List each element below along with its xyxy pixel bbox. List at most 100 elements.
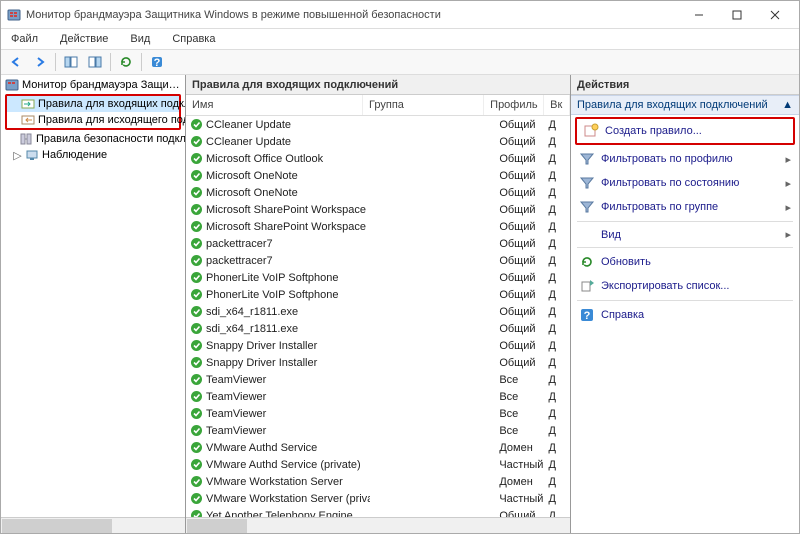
- show-hide-tree-button[interactable]: [60, 51, 82, 73]
- cell-enabled: Д: [545, 238, 570, 250]
- table-row[interactable]: Microsoft SharePoint WorkspaceОбщийД: [186, 218, 570, 235]
- table-row[interactable]: packettracer7ОбщийД: [186, 235, 570, 252]
- col-name[interactable]: Имя: [186, 95, 363, 115]
- close-button[interactable]: [757, 4, 793, 26]
- cell-enabled: Д: [545, 153, 570, 165]
- table-row[interactable]: PhonerLite VoIP SoftphoneОбщийД: [186, 286, 570, 303]
- tree-monitoring-label: Наблюдение: [42, 149, 107, 161]
- table-row[interactable]: TeamViewerВсеД: [186, 422, 570, 439]
- maximize-button[interactable]: [719, 4, 755, 26]
- rule-allowed-icon: [190, 118, 203, 131]
- cell-name: PhonerLite VoIP Softphone: [186, 288, 370, 301]
- cell-name: sdi_x64_r1811.exe: [186, 322, 370, 335]
- cell-name: Microsoft OneNote: [186, 169, 370, 182]
- table-row[interactable]: sdi_x64_r1811.exeОбщийД: [186, 303, 570, 320]
- table-row[interactable]: CCleaner UpdateОбщийД: [186, 116, 570, 133]
- refresh-button[interactable]: [115, 51, 137, 73]
- col-enabled[interactable]: Вк: [544, 95, 570, 115]
- table-row[interactable]: VMware Authd ServiceДоменД: [186, 439, 570, 456]
- rule-allowed-icon: [190, 475, 203, 488]
- table-row[interactable]: Snappy Driver InstallerОбщийД: [186, 354, 570, 371]
- submenu-arrow-icon: ▸: [785, 177, 791, 190]
- submenu-arrow-icon: ▸: [785, 153, 791, 166]
- tree-hscrollbar[interactable]: [1, 517, 185, 533]
- cell-enabled: Д: [545, 136, 570, 148]
- action-filter-profile[interactable]: Фильтровать по профилю ▸: [571, 147, 799, 171]
- table-row[interactable]: sdi_x64_r1811.exeОбщийД: [186, 320, 570, 337]
- table-row[interactable]: TeamViewerВсеД: [186, 371, 570, 388]
- toolbar: ?: [1, 49, 799, 75]
- table-row[interactable]: Yet Another Telephony EngineОбщийД: [186, 507, 570, 517]
- cell-profile: Общий: [495, 306, 544, 318]
- tree-root[interactable]: Монитор брандмауэра Защитника Windows: [3, 77, 183, 93]
- table-row[interactable]: Snappy Driver InstallerОбщийД: [186, 337, 570, 354]
- expand-icon[interactable]: ▷: [13, 149, 22, 162]
- rules-pane-title: Правила для входящих подключений: [186, 75, 570, 95]
- cell-enabled: Д: [545, 357, 570, 369]
- action-filter-state[interactable]: Фильтровать по состоянию ▸: [571, 171, 799, 195]
- grid-hscrollbar[interactable]: [186, 517, 570, 533]
- tree-monitoring[interactable]: ▷ Наблюдение: [3, 147, 183, 163]
- action-filter-state-label: Фильтровать по состоянию: [601, 177, 739, 189]
- tree-inbound-rules[interactable]: Правила для входящих подключений: [7, 96, 179, 112]
- menubar: Файл Действие Вид Справка: [1, 29, 799, 49]
- cell-enabled: Д: [545, 306, 570, 318]
- table-row[interactable]: packettracer7ОбщийД: [186, 252, 570, 269]
- tree-connsec-rules[interactable]: Правила безопасности подключения: [3, 131, 183, 147]
- table-row[interactable]: Microsoft OneNoteОбщийД: [186, 167, 570, 184]
- table-row[interactable]: TeamViewerВсеД: [186, 405, 570, 422]
- cell-profile: Общий: [495, 119, 544, 131]
- forward-button[interactable]: [29, 51, 51, 73]
- cell-name: PhonerLite VoIP Softphone: [186, 271, 370, 284]
- rule-allowed-icon: [190, 441, 203, 454]
- table-row[interactable]: Microsoft Office OutlookОбщийД: [186, 150, 570, 167]
- help-button[interactable]: ?: [146, 51, 168, 73]
- action-refresh[interactable]: Обновить: [571, 250, 799, 274]
- tree-outbound-rules[interactable]: Правила для исходящего подключения: [7, 112, 179, 128]
- cell-profile: Общий: [495, 153, 544, 165]
- cell-name: Microsoft OneNote: [186, 186, 370, 199]
- table-row[interactable]: VMware Workstation ServerДоменД: [186, 473, 570, 490]
- actions-subheader[interactable]: Правила для входящих подключений ▲: [571, 95, 799, 115]
- table-row[interactable]: CCleaner UpdateОбщийД: [186, 133, 570, 150]
- minimize-button[interactable]: [681, 4, 717, 26]
- rule-allowed-icon: [190, 322, 203, 335]
- action-filter-group[interactable]: Фильтровать по группе ▸: [571, 195, 799, 219]
- action-new-rule[interactable]: Создать правило...: [579, 121, 791, 141]
- cell-profile: Общий: [495, 510, 544, 518]
- cell-name: TeamViewer: [186, 407, 370, 420]
- rule-allowed-icon: [190, 186, 203, 199]
- menu-help[interactable]: Справка: [168, 31, 219, 47]
- show-hide-actions-button[interactable]: [84, 51, 106, 73]
- table-row[interactable]: PhonerLite VoIP SoftphoneОбщийД: [186, 269, 570, 286]
- rule-allowed-icon: [190, 373, 203, 386]
- cell-name: packettracer7: [186, 254, 370, 267]
- cell-name: TeamViewer: [186, 373, 370, 386]
- actions-pane-title: Действия: [571, 75, 799, 95]
- cell-profile: Общий: [495, 255, 544, 267]
- col-group[interactable]: Группа: [363, 95, 484, 115]
- cell-profile: Общий: [495, 187, 544, 199]
- menu-action[interactable]: Действие: [56, 31, 112, 47]
- tree-highlight-box: Правила для входящих подключений Правила…: [5, 94, 181, 130]
- refresh-icon: [579, 254, 595, 270]
- table-row[interactable]: Microsoft OneNoteОбщийД: [186, 184, 570, 201]
- cell-enabled: Д: [545, 340, 570, 352]
- menu-view[interactable]: Вид: [126, 31, 154, 47]
- cell-enabled: Д: [545, 408, 570, 420]
- table-row[interactable]: TeamViewerВсеД: [186, 388, 570, 405]
- action-export[interactable]: Экспортировать список...: [571, 274, 799, 298]
- table-row[interactable]: VMware Authd Service (private)ЧастныйД: [186, 456, 570, 473]
- table-row[interactable]: VMware Workstation Server (private)Частн…: [186, 490, 570, 507]
- cell-enabled: Д: [545, 289, 570, 301]
- toolbar-separator: [141, 53, 142, 71]
- cell-name: Snappy Driver Installer: [186, 356, 370, 369]
- menu-file[interactable]: Файл: [7, 31, 42, 47]
- action-help[interactable]: ? Справка: [571, 303, 799, 327]
- actions-list: Правила для входящих подключений ▲ Созда…: [571, 95, 799, 533]
- main-area: Монитор брандмауэра Защитника Windows Пр…: [1, 75, 799, 533]
- back-button[interactable]: [5, 51, 27, 73]
- col-profile[interactable]: Профиль: [484, 95, 544, 115]
- table-row[interactable]: Microsoft SharePoint WorkspaceОбщийД: [186, 201, 570, 218]
- action-view[interactable]: Вид ▸: [571, 224, 799, 245]
